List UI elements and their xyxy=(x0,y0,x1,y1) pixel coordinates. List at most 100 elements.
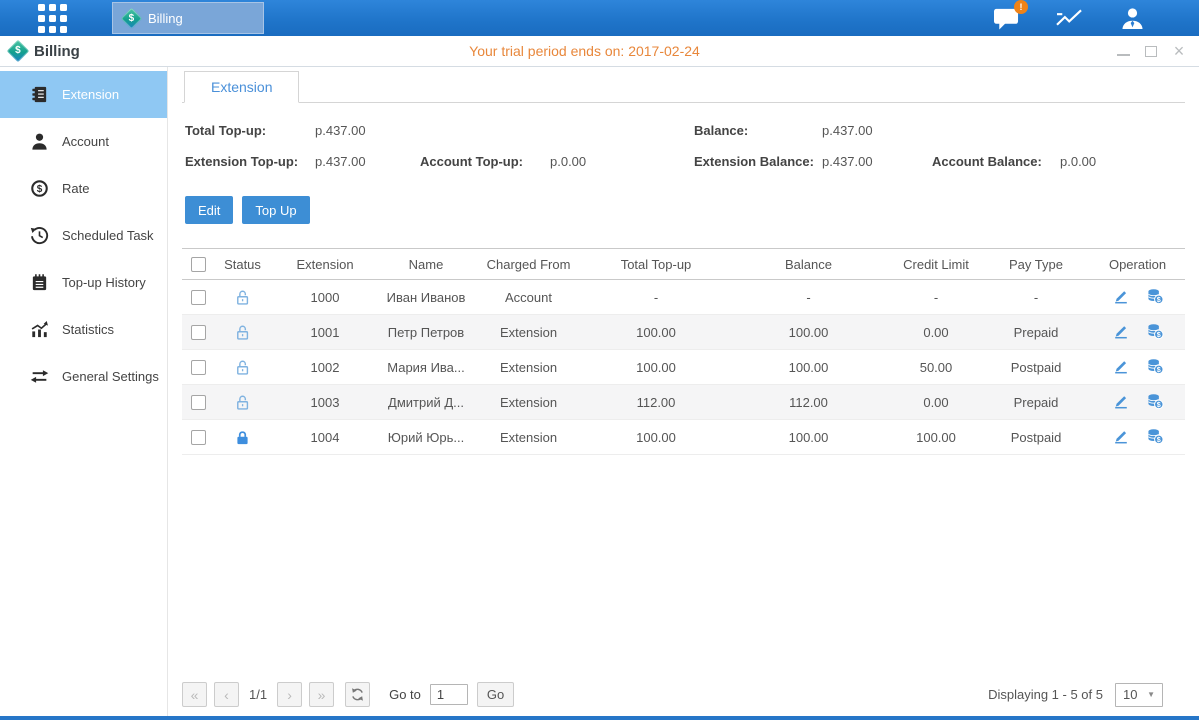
tab-extension[interactable]: Extension xyxy=(184,71,299,103)
table-row: 1004 Юрий Юрь... Extension 100.00 100.00… xyxy=(182,420,1185,455)
pagination-bar: « ‹ 1/1 › » Go to Go Displaying 1 - 5 of… xyxy=(182,682,1185,707)
sidebar-item-general-settings[interactable]: General Settings xyxy=(0,353,167,400)
ledger-icon xyxy=(30,85,49,104)
name-cell: Дмитрий Д... xyxy=(380,385,472,420)
first-page-button[interactable]: « xyxy=(182,682,207,707)
total-topup-label: Total Top-up: xyxy=(185,123,315,138)
displaying-text: Displaying 1 - 5 of 5 xyxy=(988,687,1103,702)
top-up-button[interactable]: Top Up xyxy=(242,196,309,224)
sidebar-item-topup-history[interactable]: Top-up History xyxy=(0,259,167,306)
close-button[interactable]: × xyxy=(1172,44,1186,58)
operation-cell: $ xyxy=(1112,392,1164,410)
row-checkbox[interactable] xyxy=(191,430,206,445)
action-buttons: Edit Top Up xyxy=(185,196,1185,224)
operation-cell: $ xyxy=(1112,287,1164,305)
coins-icon: $ xyxy=(1146,357,1164,375)
svg-text:$: $ xyxy=(1156,330,1160,339)
svg-text:$: $ xyxy=(1156,365,1160,374)
balance-cell: - xyxy=(727,280,890,315)
status-locked-icon xyxy=(234,428,251,443)
table-row: 1000 Иван Иванов Account - - - - $ xyxy=(182,280,1185,315)
credit-limit-cell: 0.00 xyxy=(890,315,982,350)
maximize-button[interactable] xyxy=(1144,44,1158,58)
coins-icon: $ xyxy=(1146,322,1164,340)
row-checkbox[interactable] xyxy=(191,395,206,410)
pagination-right: Displaying 1 - 5 of 5 10 ▼ xyxy=(988,683,1185,707)
edit-extension-button[interactable] xyxy=(1112,287,1130,305)
page-size-select[interactable]: 10 ▼ xyxy=(1115,683,1163,707)
refresh-icon xyxy=(350,687,365,702)
window-title-group: $ Billing xyxy=(10,43,80,60)
extension-table-body: 1000 Иван Иванов Account - - - - $ xyxy=(182,280,1185,455)
minimize-button[interactable] xyxy=(1116,44,1130,58)
sidebar-item-scheduled-task[interactable]: Scheduled Task xyxy=(0,212,167,259)
credit-limit-cell: - xyxy=(890,280,982,315)
coins-icon: $ xyxy=(1146,287,1164,305)
account-topup-value: p.0.00 xyxy=(550,154,694,169)
row-checkbox[interactable] xyxy=(191,360,206,375)
app-launcher-icon[interactable] xyxy=(38,4,67,33)
transfer-arrows-icon xyxy=(30,367,49,386)
status-unlocked-icon xyxy=(234,288,251,303)
operation-cell: $ xyxy=(1112,322,1164,340)
status-unlocked-icon xyxy=(234,323,251,338)
top-up-extension-button[interactable]: $ xyxy=(1146,357,1164,375)
total-topup-cell: - xyxy=(585,280,727,315)
sidebar-item-statistics[interactable]: Statistics xyxy=(0,306,167,353)
dropdown-arrow-icon: ▼ xyxy=(1147,690,1155,699)
col-total-topup: Total Top-up xyxy=(585,249,727,280)
table-row: 1001 Петр Петров Extension 100.00 100.00… xyxy=(182,315,1185,350)
last-page-button[interactable]: » xyxy=(309,682,334,707)
person-icon xyxy=(30,132,49,151)
notepad-icon xyxy=(30,273,49,292)
sidebar-item-account[interactable]: Account xyxy=(0,118,167,165)
edit-extension-button[interactable] xyxy=(1112,357,1130,375)
balance-cell: 100.00 xyxy=(727,350,890,385)
sidebar-item-extension[interactable]: Extension xyxy=(0,71,167,118)
edit-button[interactable]: Edit xyxy=(185,196,233,224)
edit-extension-button[interactable] xyxy=(1112,427,1130,445)
top-up-extension-button[interactable]: $ xyxy=(1146,427,1164,445)
charged-from-cell: Extension xyxy=(472,385,585,420)
svg-text:$: $ xyxy=(37,184,43,195)
select-all-checkbox[interactable] xyxy=(191,257,206,272)
sidebar-item-rate[interactable]: $ Rate xyxy=(0,165,167,212)
total-topup-cell: 100.00 xyxy=(585,420,727,455)
col-balance: Balance xyxy=(727,249,890,280)
user-account-icon[interactable] xyxy=(1118,5,1147,31)
pay-type-cell: Prepaid xyxy=(982,385,1090,420)
go-button[interactable]: Go xyxy=(477,682,514,707)
charged-from-cell: Extension xyxy=(472,420,585,455)
extension-cell: 1003 xyxy=(270,385,380,420)
taskbar-right: ! xyxy=(992,5,1147,31)
balance-cell: 100.00 xyxy=(727,420,890,455)
top-up-extension-button[interactable]: $ xyxy=(1146,287,1164,305)
edit-extension-button[interactable] xyxy=(1112,322,1130,340)
col-credit-limit: Credit Limit xyxy=(890,249,982,280)
balance-cell: 112.00 xyxy=(727,385,890,420)
notifications-icon[interactable]: ! xyxy=(992,5,1021,31)
pay-type-cell: Postpaid xyxy=(982,420,1090,455)
top-up-extension-button[interactable]: $ xyxy=(1146,392,1164,410)
name-cell: Мария Ива... xyxy=(380,350,472,385)
extension-table: Status Extension Name Charged From Total… xyxy=(182,248,1185,455)
goto-page-input[interactable] xyxy=(430,684,468,705)
next-page-button[interactable]: › xyxy=(277,682,302,707)
credit-limit-cell: 100.00 xyxy=(890,420,982,455)
top-up-extension-button[interactable]: $ xyxy=(1146,322,1164,340)
taskbar-billing-tab[interactable]: $ Billing xyxy=(112,2,264,34)
extension-topup-value: p.437.00 xyxy=(315,154,420,169)
charged-from-cell: Extension xyxy=(472,350,585,385)
row-checkbox[interactable] xyxy=(191,290,206,305)
prev-page-button[interactable]: ‹ xyxy=(214,682,239,707)
balance-cell: 100.00 xyxy=(727,315,890,350)
edit-extension-button[interactable] xyxy=(1112,392,1130,410)
row-checkbox[interactable] xyxy=(191,325,206,340)
tab-strip: Extension xyxy=(182,71,1185,103)
resource-monitor-icon[interactable] xyxy=(1055,5,1084,31)
page-size-value: 10 xyxy=(1123,687,1137,702)
refresh-button[interactable] xyxy=(345,682,370,707)
billing-app-icon: $ xyxy=(121,7,142,28)
name-cell: Петр Петров xyxy=(380,315,472,350)
sidebar-item-label: Extension xyxy=(62,87,119,102)
